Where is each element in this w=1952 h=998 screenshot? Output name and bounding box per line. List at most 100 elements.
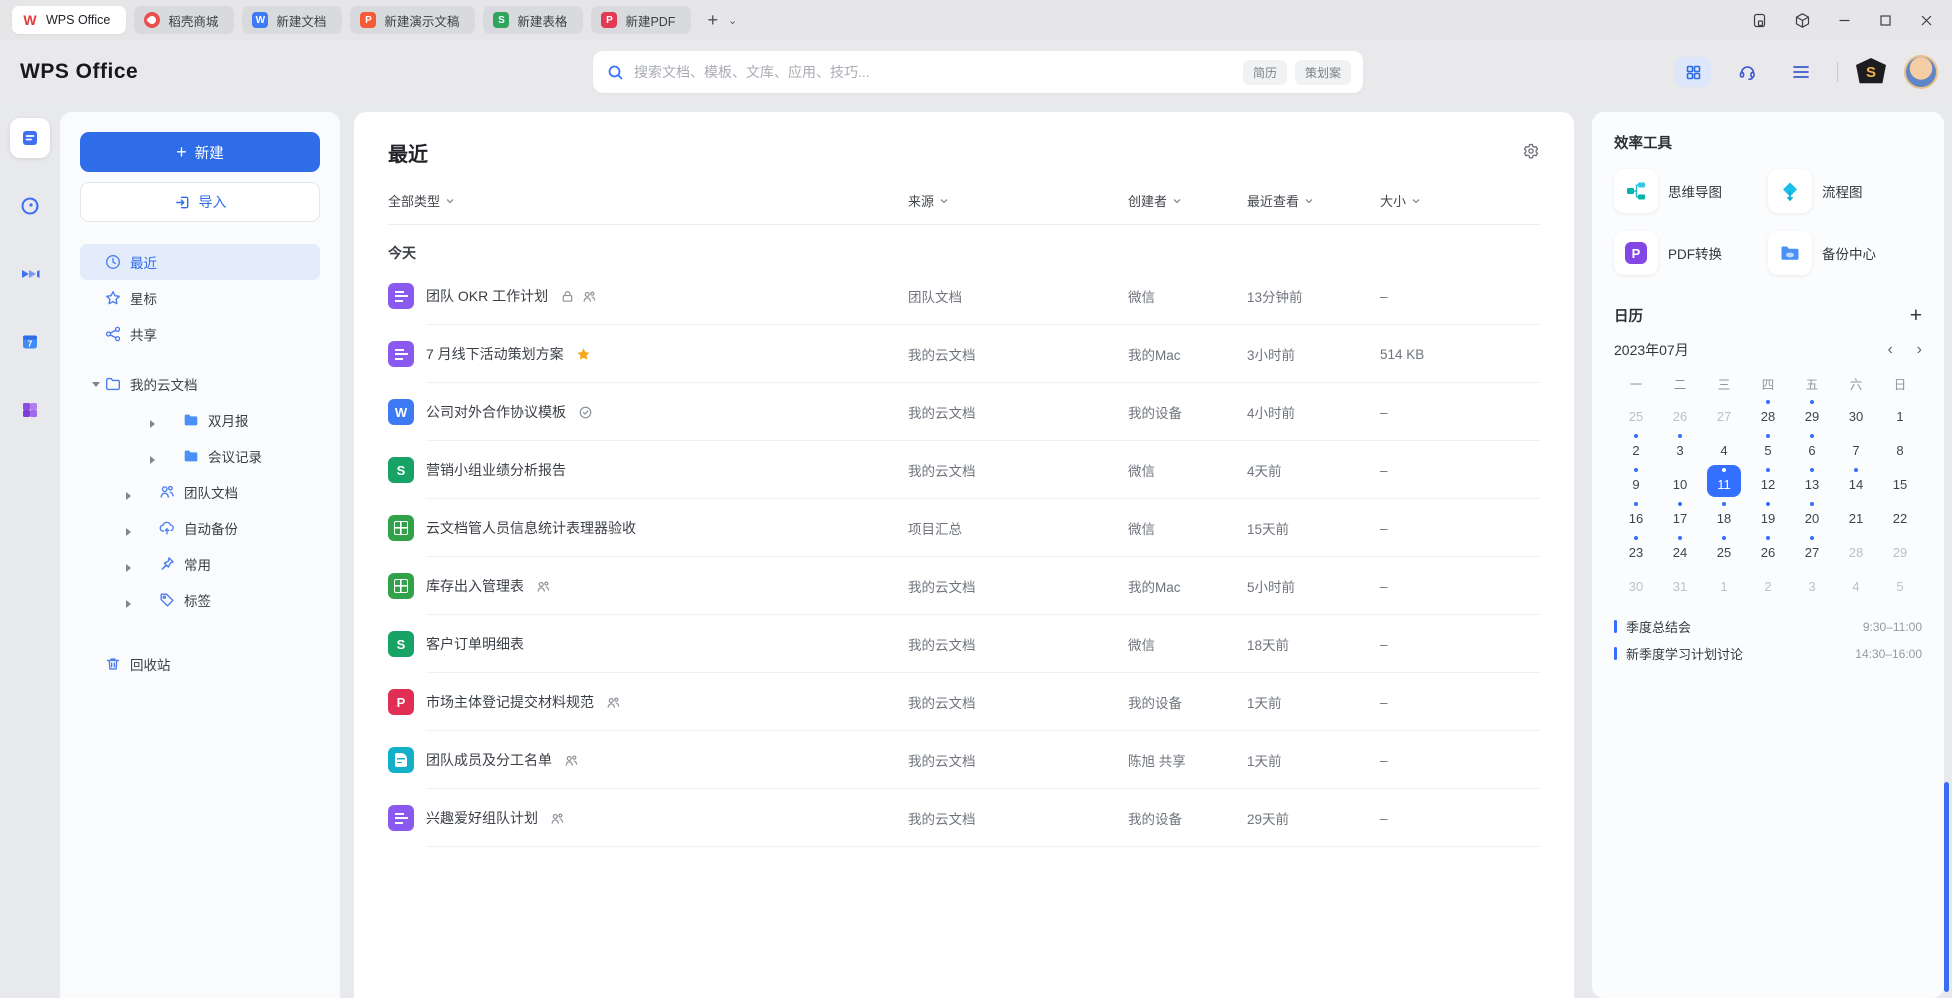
- search-bar[interactable]: 简历 策划案: [593, 51, 1363, 93]
- file-row[interactable]: 团队成员及分工名单 我的云文档 陈旭 共享 1天前 –: [388, 731, 1540, 789]
- headset-support-icon[interactable]: [1729, 57, 1765, 87]
- tab-wps-office[interactable]: WPS Office: [12, 6, 126, 34]
- calendar-day[interactable]: 1: [1883, 397, 1917, 429]
- filter-source[interactable]: 来源: [908, 191, 949, 210]
- calendar-day[interactable]: 13: [1795, 465, 1829, 497]
- calendar-day[interactable]: 9: [1619, 465, 1653, 497]
- tool-backup-center[interactable]: 备份中心: [1768, 231, 1922, 275]
- file-row[interactable]: 团队 OKR 工作计划 团队文档 微信 13分钟前 –: [388, 267, 1540, 325]
- calendar-day[interactable]: 8: [1883, 431, 1917, 463]
- add-event-button[interactable]: +: [1910, 305, 1922, 326]
- filter-last-viewed[interactable]: 最近查看: [1247, 191, 1314, 210]
- tool-flowchart[interactable]: 流程图: [1768, 169, 1922, 213]
- sidebar-item-trash[interactable]: 回收站: [80, 646, 320, 682]
- tab-new-spreadsheet[interactable]: 新建表格: [483, 6, 583, 34]
- sidebar-item-bimonthly-report[interactable]: 双月报: [80, 402, 320, 438]
- new-tab-button[interactable]: +: [699, 10, 726, 31]
- file-row[interactable]: 公司对外合作协议模板 我的云文档 我的设备 4小时前 –: [388, 383, 1540, 441]
- sidebar-item-my-cloud-docs[interactable]: 我的云文档: [80, 366, 320, 402]
- expand-caret-icon[interactable]: [88, 382, 104, 387]
- calendar-day[interactable]: 10: [1663, 465, 1697, 497]
- mobile-view-icon[interactable]: [1751, 12, 1768, 29]
- search-tag-resume[interactable]: 简历: [1243, 60, 1287, 85]
- scrollbar-thumb[interactable]: [1944, 782, 1949, 992]
- calendar-day[interactable]: 28: [1751, 397, 1785, 429]
- tab-new-pdf[interactable]: 新建PDF: [591, 6, 691, 34]
- calendar-day[interactable]: 25: [1619, 397, 1653, 429]
- file-row[interactable]: 7 月线下活动策划方案 我的云文档 我的Mac 3小时前 514 KB: [388, 325, 1540, 383]
- menu-icon[interactable]: [1783, 57, 1819, 87]
- calendar-day[interactable]: 16: [1619, 499, 1653, 531]
- file-row[interactable]: 市场主体登记提交材料规范 我的云文档 我的设备 1天前 –: [388, 673, 1540, 731]
- vip-badge[interactable]: S: [1856, 58, 1886, 86]
- close-button[interactable]: [1919, 13, 1934, 28]
- minimize-button[interactable]: [1837, 13, 1852, 28]
- file-row[interactable]: 库存出入管理表 我的云文档 我的Mac 5小时前 –: [388, 557, 1540, 615]
- filter-all-types[interactable]: 全部类型: [388, 191, 455, 210]
- calendar-day[interactable]: 29: [1883, 533, 1917, 565]
- calendar-day[interactable]: 30: [1619, 567, 1653, 599]
- file-row[interactable]: 云文档管人员信息统计表理器验收 项目汇总 微信 15天前 –: [388, 499, 1540, 557]
- calendar-day[interactable]: 27: [1707, 397, 1741, 429]
- filter-creator[interactable]: 创建者: [1128, 191, 1182, 210]
- rail-apps-icon[interactable]: [10, 390, 50, 430]
- workspace-cube-icon[interactable]: [1794, 12, 1811, 29]
- calendar-day[interactable]: 15: [1883, 465, 1917, 497]
- rail-documents-icon[interactable]: [10, 118, 50, 158]
- calendar-day[interactable]: 19: [1751, 499, 1785, 531]
- file-row[interactable]: 兴趣爱好组队计划 我的云文档 我的设备 29天前 –: [388, 789, 1540, 847]
- calendar-day[interactable]: 14: [1839, 465, 1873, 497]
- event-item[interactable]: 新季度学习计划讨论 14:30–16:00: [1614, 640, 1922, 667]
- calendar-day[interactable]: 7: [1839, 431, 1873, 463]
- calendar-day[interactable]: 3: [1663, 431, 1697, 463]
- apps-grid-icon[interactable]: [1675, 57, 1711, 87]
- sidebar-item-frequent[interactable]: 常用: [80, 546, 320, 582]
- calendar-day[interactable]: 2: [1751, 567, 1785, 599]
- calendar-day-selected[interactable]: 11: [1707, 465, 1741, 497]
- calendar-next-button[interactable]: ›: [1917, 341, 1922, 358]
- filter-size[interactable]: 大小: [1380, 191, 1421, 210]
- calendar-day[interactable]: 6: [1795, 431, 1829, 463]
- sidebar-item-tags[interactable]: 标签: [80, 582, 320, 618]
- calendar-day[interactable]: 22: [1883, 499, 1917, 531]
- calendar-day[interactable]: 5: [1883, 567, 1917, 599]
- sidebar-item-shared[interactable]: 共享: [80, 316, 320, 352]
- tab-list-chevron-icon[interactable]: ⌄: [728, 14, 737, 27]
- tab-docer-store[interactable]: 稻壳商城: [134, 6, 234, 34]
- calendar-day[interactable]: 2: [1619, 431, 1653, 463]
- rail-chat-icon[interactable]: [10, 186, 50, 226]
- calendar-day[interactable]: 12: [1751, 465, 1785, 497]
- sidebar-item-recent[interactable]: 最近: [80, 244, 320, 280]
- calendar-day[interactable]: 23: [1619, 533, 1653, 565]
- calendar-day[interactable]: 26: [1751, 533, 1785, 565]
- rail-meeting-icon[interactable]: [10, 254, 50, 294]
- calendar-day[interactable]: 3: [1795, 567, 1829, 599]
- calendar-day[interactable]: 31: [1663, 567, 1697, 599]
- event-item[interactable]: 季度总结会 9:30–11:00: [1614, 613, 1922, 640]
- import-button[interactable]: 导入: [80, 182, 320, 222]
- calendar-day[interactable]: 18: [1707, 499, 1741, 531]
- avatar[interactable]: [1904, 55, 1938, 89]
- sidebar-item-starred[interactable]: 星标: [80, 280, 320, 316]
- calendar-prev-button[interactable]: ‹: [1887, 341, 1892, 358]
- calendar-day[interactable]: 24: [1663, 533, 1697, 565]
- tab-new-document[interactable]: 新建文档: [242, 6, 342, 34]
- search-tag-proposal[interactable]: 策划案: [1295, 60, 1351, 85]
- calendar-day[interactable]: 27: [1795, 533, 1829, 565]
- calendar-day[interactable]: 17: [1663, 499, 1697, 531]
- new-button[interactable]: + 新建: [80, 132, 320, 172]
- file-row[interactable]: 营销小组业绩分析报告 我的云文档 微信 4天前 –: [388, 441, 1540, 499]
- calendar-day[interactable]: 5: [1751, 431, 1785, 463]
- calendar-day[interactable]: 28: [1839, 533, 1873, 565]
- sidebar-item-auto-backup[interactable]: 自动备份: [80, 510, 320, 546]
- maximize-button[interactable]: [1878, 13, 1893, 28]
- calendar-day[interactable]: 25: [1707, 533, 1741, 565]
- file-row[interactable]: 客户订单明细表 我的云文档 微信 18天前 –: [388, 615, 1540, 673]
- tab-new-presentation[interactable]: 新建演示文稿: [350, 6, 475, 34]
- sidebar-item-team-docs[interactable]: 团队文档: [80, 474, 320, 510]
- calendar-day[interactable]: 4: [1707, 431, 1741, 463]
- sidebar-item-meeting-notes[interactable]: 会议记录: [80, 438, 320, 474]
- tool-mindmap[interactable]: 思维导图: [1614, 169, 1768, 213]
- collapse-caret-icon[interactable]: [106, 580, 150, 628]
- settings-gear-icon[interactable]: [1522, 142, 1540, 165]
